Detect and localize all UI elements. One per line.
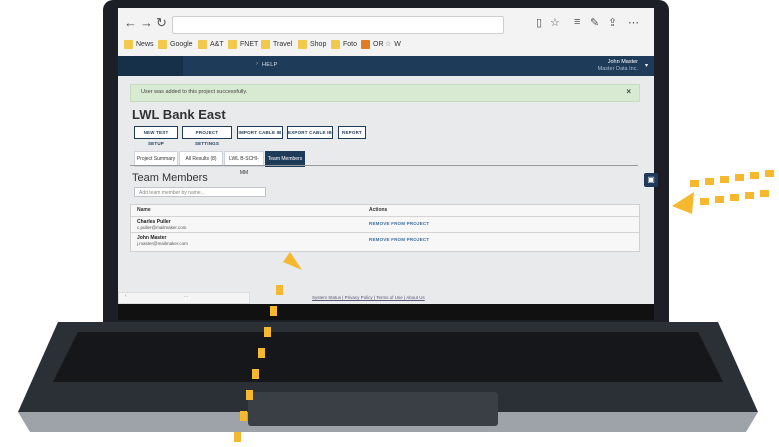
favorite-star-icon[interactable]: ☆: [550, 16, 560, 29]
chevron-right-icon: ›: [256, 61, 258, 67]
forward-icon[interactable]: →: [140, 15, 153, 30]
folder-icon: [261, 40, 270, 49]
favorite-travel[interactable]: Travel: [261, 40, 292, 49]
reading-view-icon[interactable]: ▯: [536, 16, 542, 29]
favorite-foto[interactable]: Foto: [331, 40, 357, 49]
import-cable-button[interactable]: IMPORT CABLE IB: [237, 126, 283, 139]
address-bar[interactable]: [172, 16, 504, 34]
new-test-setup-button[interactable]: NEW TEST SETUP: [134, 126, 178, 146]
pen-icon[interactable]: ✎: [590, 16, 599, 29]
nav-help[interactable]: HELP: [262, 62, 278, 68]
caret-icon[interactable]: ‹: [125, 293, 127, 299]
section-title: Team Members: [132, 172, 208, 184]
folder-icon: [124, 40, 133, 49]
screen: ← → ↻ ▯ ☆ ≡ ✎ ⇪ ⋯ News Google A&T FNET T…: [118, 8, 654, 320]
hub-icon[interactable]: ≡: [574, 16, 580, 28]
favorite-news[interactable]: News: [124, 40, 154, 49]
folder-icon: [331, 40, 340, 49]
caret-down-icon[interactable]: ▾: [645, 62, 648, 69]
members-table: Name Actions Charles Puller c.puller@mai…: [130, 204, 640, 252]
folder-icon: [298, 40, 307, 49]
feedback-icon[interactable]: ▣: [644, 173, 658, 187]
success-alert: User was added to this project successfu…: [130, 84, 640, 102]
favorite-or[interactable]: OR: [361, 40, 384, 49]
table-row: Charles Puller c.puller@mailmaker.com RE…: [131, 216, 639, 231]
export-cable-button[interactable]: EXPORT CABLE IB: [287, 126, 333, 139]
member-email: j.master@mailmaker.com: [137, 241, 188, 246]
favorite-google[interactable]: Google: [158, 40, 193, 49]
folder-icon: [228, 40, 237, 49]
taskbar-popup: ‹ ...: [118, 292, 250, 304]
folder-icon: [158, 40, 167, 49]
user-role: Master Data Inc.: [597, 66, 638, 72]
more-icon[interactable]: ⋯: [628, 16, 639, 29]
member-email: c.puller@mailmaker.com: [137, 225, 187, 230]
browser-toolbar: ← → ↻ ▯ ☆ ≡ ✎ ⇪ ⋯ News Google A&T FNET T…: [118, 8, 654, 57]
user-menu[interactable]: John Master Master Data Inc.: [598, 59, 638, 73]
column-header-actions: Actions: [369, 207, 388, 213]
alert-message: User was added to this project successfu…: [141, 89, 248, 95]
app-header: › HELP John Master Master Data Inc. ▾: [118, 56, 654, 76]
page-title: LWL Bank East: [132, 107, 226, 122]
close-icon[interactable]: ×: [626, 87, 631, 96]
app-icon: [361, 40, 370, 49]
column-header-name: Name: [137, 207, 151, 213]
laptop-keyboard-base: [18, 322, 758, 432]
remove-from-project-button[interactable]: REMOVE FROM PROJECT: [369, 221, 429, 226]
back-icon[interactable]: ←: [124, 15, 137, 30]
refresh-icon[interactable]: ↻: [156, 15, 167, 31]
remove-from-project-button[interactable]: REMOVE FROM PROJECT: [369, 237, 429, 242]
star-icon: ☆: [385, 41, 392, 48]
taskbar-dots: ...: [184, 293, 189, 299]
share-icon[interactable]: ⇪: [608, 16, 617, 29]
screen-bottom-bar: [118, 304, 654, 320]
table-row: John Master j.master@mailmaker.com REMOV…: [131, 232, 639, 247]
footer-links[interactable]: System Status | Privacy Policy | Terms o…: [312, 295, 425, 300]
user-name: John Master: [607, 59, 638, 65]
add-member-input[interactable]: Add team member by name...: [134, 187, 266, 197]
tab-divider: [130, 165, 638, 166]
favorite-shop[interactable]: Shop: [298, 40, 326, 49]
favorite-w[interactable]: ☆ W: [385, 40, 401, 49]
favorite-fnet[interactable]: FNET: [228, 40, 258, 49]
folder-icon: [198, 40, 207, 49]
favorites-bar: News Google A&T FNET Travel Shop Foto OR…: [118, 38, 654, 54]
project-settings-button[interactable]: PROJECT SETTINGS: [182, 126, 232, 146]
favorite-at[interactable]: A&T: [198, 40, 224, 49]
logo-area[interactable]: [118, 56, 183, 76]
report-button[interactable]: REPORT: [338, 126, 366, 139]
